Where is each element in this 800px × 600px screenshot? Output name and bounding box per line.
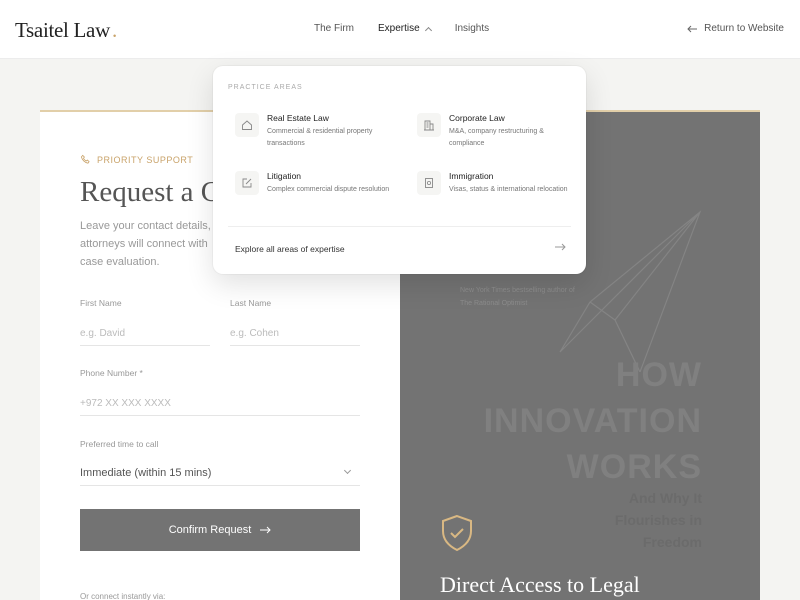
dropdown-heading: PRACTICE AREAS <box>228 84 303 91</box>
explore-all-link[interactable]: Explore all areas of expertise <box>235 244 345 254</box>
chevron-up-icon <box>424 26 432 34</box>
passport-icon <box>417 171 441 195</box>
last-name-label: Last Name <box>230 298 272 308</box>
time-select[interactable]: Immediate (within 15 mins) <box>80 458 360 486</box>
main-nav: The Firm Expertise Insights <box>314 23 513 34</box>
connect-label: Or connect instantly via: <box>80 592 166 600</box>
arrow-left-icon <box>687 25 698 32</box>
last-name-input[interactable]: e.g. Cohen <box>230 320 360 346</box>
time-label: Preferred time to call <box>80 439 159 449</box>
dropdown-divider <box>228 226 571 227</box>
phone-input[interactable]: +972 XX XXX XXXX <box>80 390 360 416</box>
arrow-right-icon[interactable] <box>554 243 566 251</box>
panel-headline: Direct Access to Legal <box>440 572 640 597</box>
form-description: Leave your contact details, attorneys wi… <box>80 220 211 268</box>
nav-expertise[interactable]: Expertise <box>378 23 432 34</box>
confirm-request-button[interactable]: Confirm Request <box>80 509 360 551</box>
nav-the-firm[interactable]: The Firm <box>314 23 354 34</box>
nav-insights[interactable]: Insights <box>455 23 489 34</box>
form-title: Request a C <box>80 176 221 208</box>
logo[interactable]: Tsaitel Law. <box>15 18 117 43</box>
priority-badge: PRIORITY SUPPORT <box>80 154 193 165</box>
book-author: New York Times bestselling author of The… <box>460 287 575 307</box>
arrow-right-icon <box>260 526 271 534</box>
chevron-down-icon <box>343 466 352 475</box>
edit-icon <box>235 171 259 195</box>
return-to-website-link[interactable]: Return to Website <box>687 23 784 34</box>
expertise-dropdown: PRACTICE AREAS Real Estate Law Commercia… <box>213 66 586 274</box>
first-name-input[interactable]: e.g. David <box>80 320 210 346</box>
phone-label: Phone Number * <box>80 368 143 378</box>
phone-icon <box>80 154 90 164</box>
site-header: Tsaitel Law. The Firm Expertise Insights… <box>0 0 800 59</box>
book-subtitle: And Why It Flourishes in Freedom <box>614 490 702 550</box>
book-title: HOW INNOVATION WORKS <box>483 356 702 486</box>
shield-check-icon <box>442 514 472 552</box>
building-icon <box>417 113 441 137</box>
home-icon <box>235 113 259 137</box>
first-name-label: First Name <box>80 298 122 308</box>
